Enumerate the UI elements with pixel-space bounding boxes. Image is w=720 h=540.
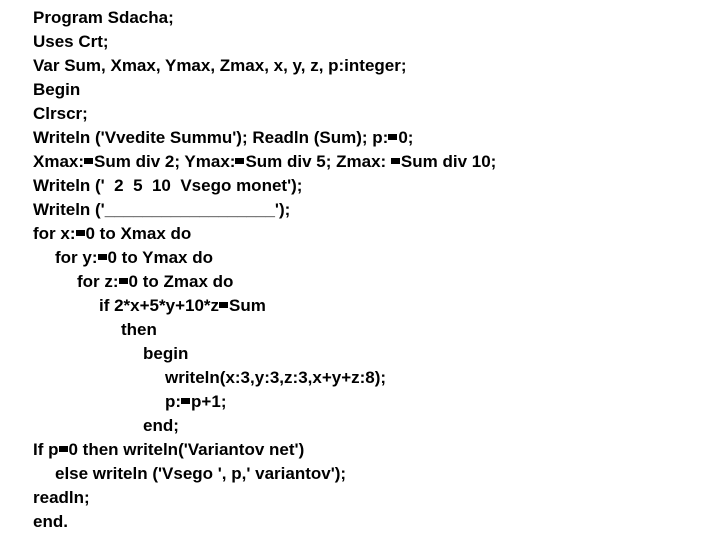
- code-line: Xmax: Sum div 2; Ymax: Sum div 5; Zmax: Su…: [33, 152, 497, 171]
- code-line: Uses Crt;: [33, 32, 109, 51]
- code-line: then: [121, 320, 157, 339]
- missing-glyph-box: [388, 134, 398, 140]
- code-line: p: p+1;: [165, 392, 227, 411]
- code-line: else writeln ('Vsego ', p,' variantov');: [55, 464, 347, 483]
- code-line: readln;: [33, 488, 90, 507]
- missing-glyph-box: [58, 446, 68, 452]
- code-line: begin: [143, 344, 189, 363]
- code-line: If p0 then writeln('Variantov net'): [33, 440, 305, 459]
- missing-glyph-box: [390, 158, 400, 164]
- missing-glyph-box: [97, 254, 107, 260]
- code-line: writeln(x:3,y:3,z:3,x+y+z:8);: [165, 368, 387, 387]
- code-line: Writeln ('__________________');: [33, 200, 291, 219]
- code-line: Begin: [33, 80, 81, 99]
- missing-glyph-box: [118, 278, 128, 284]
- code-line: Program Sdacha;: [33, 8, 174, 27]
- code-line: end.: [33, 512, 68, 531]
- missing-glyph-box: [75, 230, 85, 236]
- code-line: end;: [143, 416, 179, 435]
- missing-glyph-box: [235, 158, 245, 164]
- missing-glyph-box: [84, 158, 94, 164]
- code-line: if 2*x+5*y+10*z Sum: [99, 296, 266, 315]
- code-line: for y: 0 to Ymax do: [55, 248, 213, 267]
- missing-glyph-box: [181, 398, 191, 404]
- missing-glyph-box: [219, 302, 229, 308]
- code-line: Var Sum, Xmax, Ymax, Zmax, x, y, z, p:in…: [33, 56, 407, 75]
- code-line: for x: 0 to Xmax do: [33, 224, 192, 243]
- code-line: Writeln (' 2 5 10 Vsego monet');: [33, 176, 303, 195]
- code-line: Writeln ('Vvedite Summu'); Readln (Sum);…: [33, 128, 414, 147]
- code-line: Clrscr;: [33, 104, 88, 123]
- code-line: for z: 0 to Zmax do: [77, 272, 234, 291]
- code-listing: Program Sdacha; Uses Crt; Var Sum, Xmax, Y…: [0, 0, 720, 540]
